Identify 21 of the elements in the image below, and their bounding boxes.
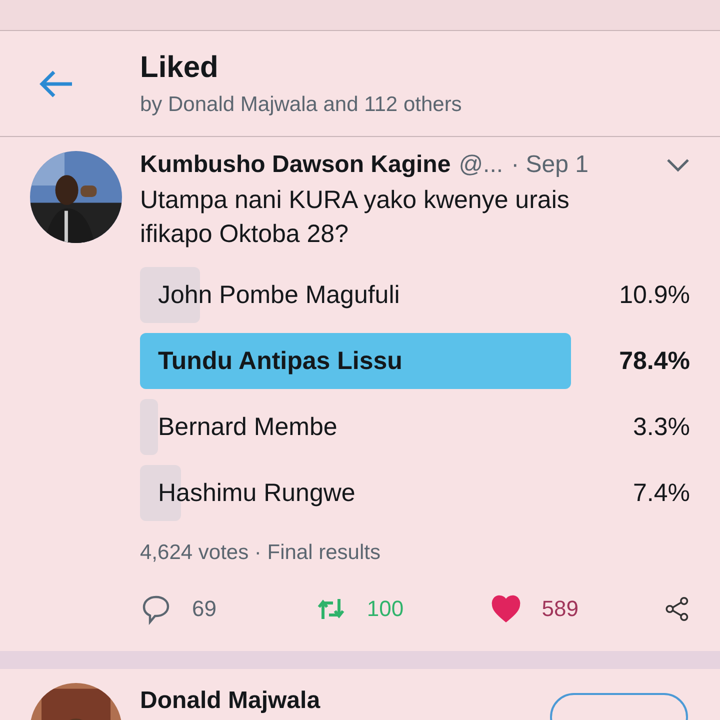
like-button[interactable]: 589	[490, 593, 665, 625]
poll-option: Tundu Antipas Lissu	[158, 346, 402, 376]
author-handle: @...	[458, 151, 504, 179]
tweet-time: · Sep 1	[511, 151, 588, 179]
caret-icon[interactable]	[666, 158, 690, 172]
liked-by-text: by Donald Majwala and 112 others	[140, 92, 462, 116]
user-name[interactable]: Donald Majwala	[140, 687, 320, 720]
reply-button[interactable]: 69	[140, 593, 315, 625]
poll-summary: 4,624 votes · Final results	[140, 541, 382, 565]
tweet-text: Utampa nani KURA yako kwenye urais ifikapo Oktoba 28?	[140, 185, 570, 250]
speech-bubble-icon	[140, 593, 172, 625]
poll-option: Hashimu Rungwe	[158, 478, 356, 508]
poll-option: Bernard Membe	[158, 412, 338, 442]
back-arrow-icon[interactable]	[38, 68, 74, 98]
poll-option: John Pombe Magufuli	[158, 280, 400, 310]
poll-percent: 7.4%	[633, 478, 690, 508]
poll-percent: 10.9%	[619, 280, 690, 310]
page-title: Liked	[140, 50, 220, 84]
poll-percent: 78.4%	[619, 346, 690, 376]
poll-percent: 3.3%	[633, 412, 690, 442]
author-name[interactable]: Kumbusho Dawson Kagine	[140, 151, 451, 179]
